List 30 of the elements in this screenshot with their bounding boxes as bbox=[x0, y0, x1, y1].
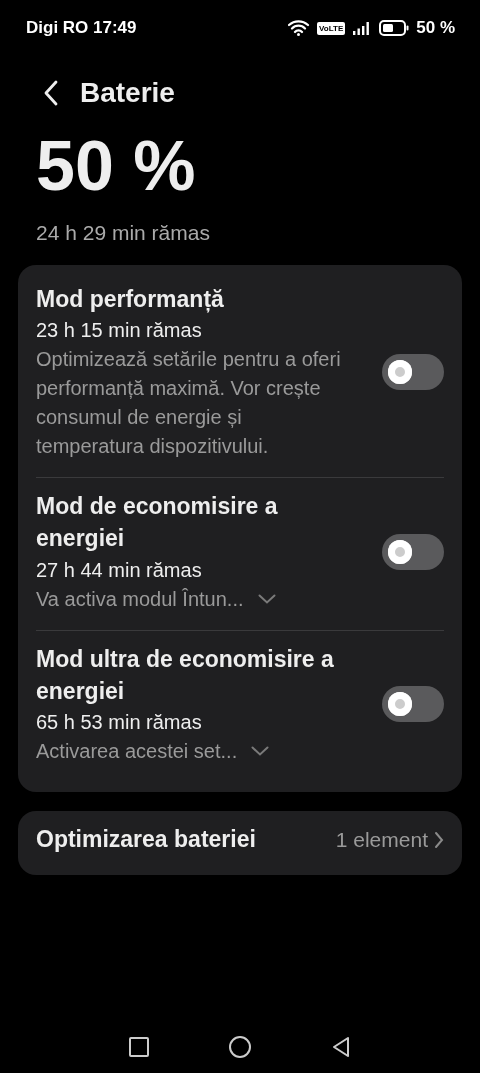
time-remaining: 24 h 29 min rămas bbox=[36, 221, 211, 245]
mode-time-remaining: 65 h 53 min rămas bbox=[36, 709, 203, 735]
back-button[interactable] bbox=[44, 80, 58, 106]
page-title: Baterie bbox=[80, 77, 175, 109]
mode-title: Mod ultra de economisire a energiei bbox=[36, 644, 335, 706]
toggle-switch[interactable] bbox=[382, 354, 444, 391]
battery-level-text: 50 % bbox=[36, 131, 197, 201]
chevron-right-icon bbox=[434, 830, 444, 849]
battery-icon bbox=[379, 20, 410, 36]
carrier-time: Digi RO 17:49 bbox=[26, 18, 137, 38]
optimization-title: Optimizarea bateriei bbox=[36, 824, 257, 854]
mode-description: Activarea acestei set... bbox=[36, 738, 238, 764]
mode-description: Va activa modul Întun... bbox=[36, 586, 244, 612]
back-icon[interactable] bbox=[331, 1036, 351, 1058]
optimization-value: 1 element bbox=[335, 827, 428, 852]
mode-description: Optimizează setările pentru a oferi performanță maximă. Vor crește consumul de energie și temperatura dispozitivului. bbox=[36, 347, 342, 460]
home-button[interactable] bbox=[229, 1036, 251, 1058]
mode-time-remaining: 23 h 15 min rămas bbox=[36, 318, 203, 344]
recents-button[interactable] bbox=[129, 1037, 149, 1057]
mode-time-remaining: 27 h 44 min rămas bbox=[36, 557, 203, 583]
volte-badge: VoLTE bbox=[317, 21, 346, 35]
mode-title: Mod performanță bbox=[36, 285, 225, 315]
chevron-down-icon[interactable] bbox=[251, 746, 270, 757]
battery-percent: 50 % bbox=[416, 18, 455, 38]
chevron-down-icon[interactable] bbox=[257, 594, 276, 605]
toggle-switch[interactable] bbox=[382, 686, 444, 723]
optimization-row[interactable]: Optimizarea bateriei 1 element bbox=[18, 810, 462, 875]
toggle-switch[interactable] bbox=[382, 533, 444, 570]
mode-title: Mod de economisire a energiei bbox=[36, 492, 279, 554]
wifi-icon bbox=[288, 20, 311, 36]
